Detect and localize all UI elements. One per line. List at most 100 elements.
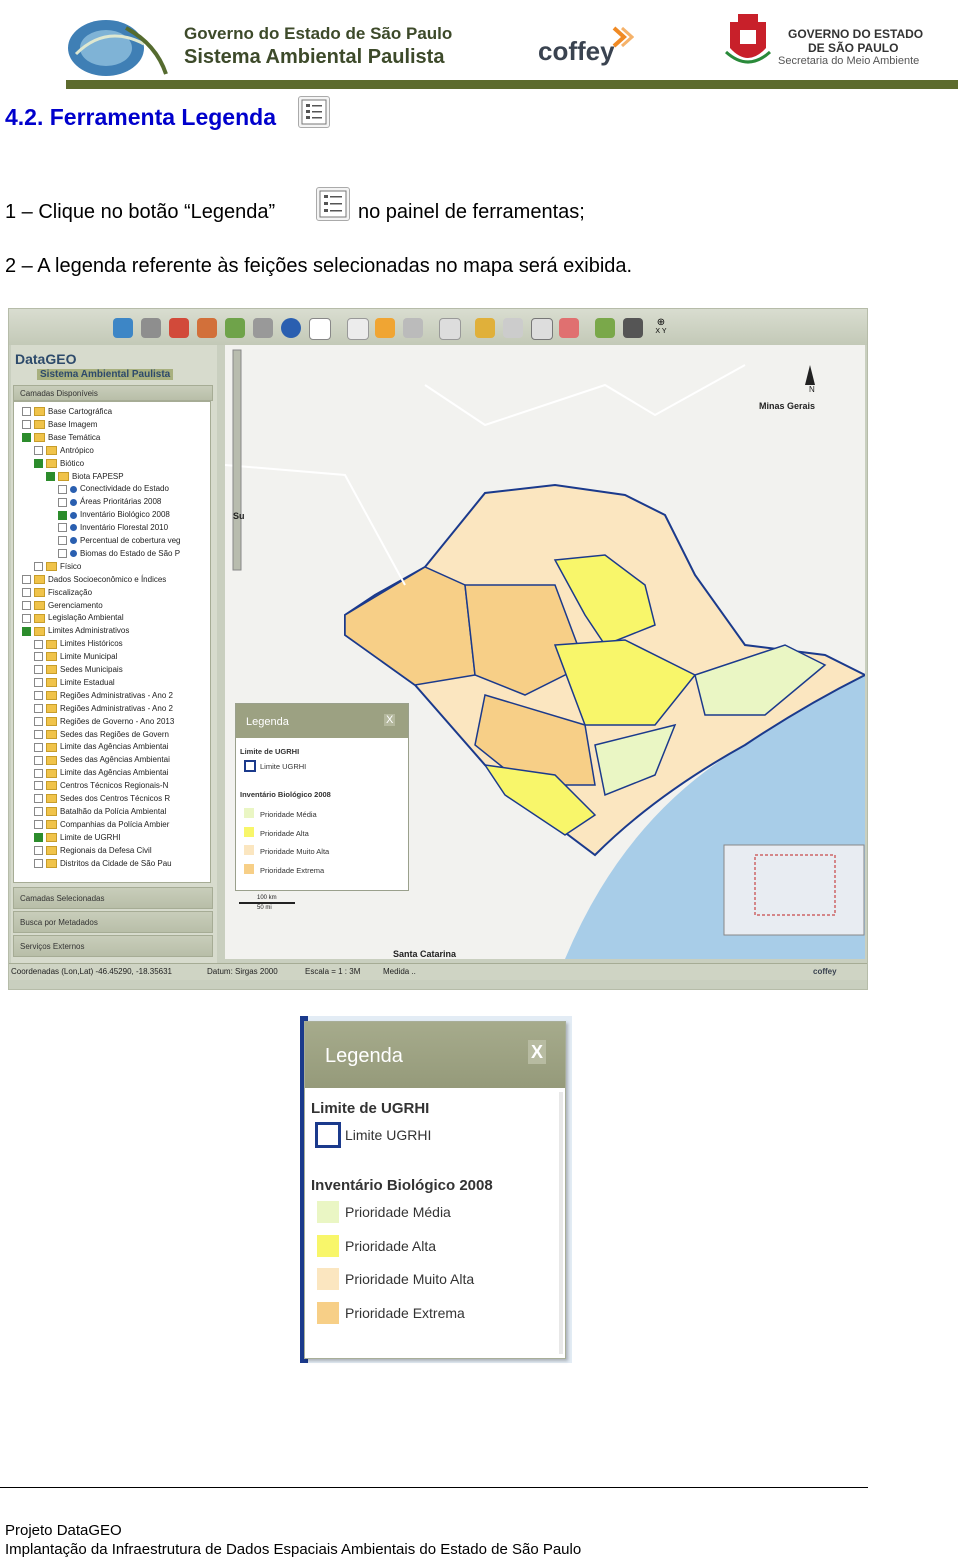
layer-tree-item[interactable]: Gerenciamento — [22, 600, 103, 612]
layer-tree-item[interactable]: Limite de UGRHI — [34, 832, 120, 844]
layer-checkbox[interactable] — [34, 858, 43, 868]
zoom-previous-icon[interactable] — [225, 318, 245, 338]
available-layers-header[interactable]: Camadas Disponíveis — [13, 385, 213, 401]
layer-tree-item[interactable]: Inventário Biológico 2008 — [58, 509, 170, 521]
layer-checkbox[interactable] — [58, 536, 67, 546]
external-services-panel[interactable]: Serviços Externos — [13, 935, 213, 957]
layer-tree-item[interactable]: Distritos da Cidade de São Pau — [34, 858, 172, 870]
legend-close-button[interactable]: X — [528, 1040, 546, 1064]
layer-tree-item[interactable]: Percentual de cobertura veg — [58, 535, 181, 547]
layer-tree-item[interactable]: Limite Municipal — [34, 651, 117, 663]
layer-tree-item[interactable]: Limite Estadual — [34, 677, 115, 689]
layer-tree-item[interactable]: Centros Técnicos Regionais-N — [34, 780, 168, 792]
layer-checkbox[interactable] — [34, 729, 43, 739]
legend-tool-icon[interactable] — [309, 318, 331, 340]
layer-checkbox[interactable] — [58, 497, 67, 507]
layer-tree-item[interactable]: Regionais da Defesa Civil — [34, 845, 152, 857]
layer-tree-item[interactable]: Biótico — [34, 458, 84, 470]
draw-polygon-icon[interactable] — [531, 318, 553, 340]
measure-icon[interactable] — [347, 318, 369, 340]
layer-tree-item[interactable]: Biomas do Estado de São P — [58, 548, 180, 560]
undo-icon[interactable] — [623, 318, 643, 338]
layer-checkbox[interactable] — [58, 523, 67, 533]
layer-checkbox[interactable] — [22, 575, 31, 585]
layer-checkbox[interactable] — [34, 755, 43, 765]
layers-grid-icon[interactable] — [595, 318, 615, 338]
layer-checkbox[interactable] — [22, 420, 31, 430]
layer-checkbox[interactable] — [34, 742, 43, 752]
zoom-extent-icon[interactable] — [113, 318, 133, 338]
layer-tree-item[interactable]: Conectividade do Estado — [58, 483, 169, 495]
layer-checkbox[interactable] — [34, 820, 43, 830]
layer-checkbox[interactable] — [22, 600, 31, 610]
layer-tree-item[interactable]: Base Temática — [22, 432, 100, 444]
layer-checkbox[interactable] — [22, 613, 31, 623]
zoom-next-icon[interactable] — [253, 318, 273, 338]
layer-checkbox[interactable] — [34, 652, 43, 662]
layer-checkbox[interactable] — [58, 549, 67, 559]
layer-checkbox[interactable] — [34, 833, 43, 843]
layer-tree-item[interactable]: Áreas Prioritárias 2008 — [58, 496, 161, 508]
layer-checkbox[interactable] — [34, 665, 43, 675]
layer-checkbox[interactable] — [46, 471, 55, 481]
draw-point-icon[interactable] — [475, 318, 495, 338]
layer-tree-item[interactable]: Limite das Agências Ambientai — [34, 741, 169, 753]
layer-tree-item[interactable]: Limites Administrativos — [22, 625, 129, 637]
layer-tree-item[interactable]: Fiscalização — [22, 587, 92, 599]
layer-tree-item[interactable]: Dados Socioeconômico e Índices — [22, 574, 166, 586]
mini-legend-close-button[interactable]: X — [384, 714, 396, 726]
layer-tree-item[interactable]: Base Imagem — [22, 419, 97, 431]
area-icon[interactable] — [375, 318, 395, 338]
status-measure[interactable]: Medida .. — [383, 964, 416, 980]
layer-tree-item[interactable]: Físico — [34, 561, 81, 573]
layer-tree-item[interactable]: Sedes dos Centros Técnicos R — [34, 793, 170, 805]
layer-checkbox[interactable] — [34, 691, 43, 701]
layer-checkbox[interactable] — [34, 639, 43, 649]
eraser-icon[interactable] — [559, 318, 579, 338]
layer-tree-item[interactable]: Inventário Florestal 2010 — [58, 522, 168, 534]
layer-checkbox[interactable] — [34, 807, 43, 817]
layer-checkbox[interactable] — [22, 407, 31, 417]
layer-checkbox[interactable] — [22, 587, 31, 597]
layer-tree-item[interactable]: Limite das Agências Ambientai — [34, 767, 169, 779]
layer-checkbox[interactable] — [34, 781, 43, 791]
layer-checkbox[interactable] — [34, 716, 43, 726]
layer-checkbox[interactable] — [22, 626, 31, 636]
legend-scrollbar[interactable] — [559, 1092, 563, 1354]
layer-checkbox[interactable] — [58, 484, 67, 494]
layer-tree-item[interactable]: Sedes Municipais — [34, 664, 123, 676]
pan-icon[interactable] — [141, 318, 161, 338]
layer-checkbox[interactable] — [34, 562, 43, 572]
select-icon[interactable] — [439, 318, 461, 340]
layer-tree-item[interactable]: Legislação Ambiental — [22, 612, 124, 624]
print-icon[interactable] — [403, 318, 423, 338]
draw-line-icon[interactable] — [503, 318, 523, 338]
layer-tree-item[interactable]: Sedes das Regiões de Govern — [34, 729, 169, 741]
layer-checkbox[interactable] — [58, 510, 67, 520]
layer-tree-item[interactable]: Sedes das Agências Ambientai — [34, 754, 170, 766]
layer-tree-item[interactable]: Regiões de Governo - Ano 2013 — [34, 716, 174, 728]
zoom-in-icon[interactable] — [169, 318, 189, 338]
layer-tree-item[interactable]: Regiões Administrativas - Ano 2 — [34, 703, 173, 715]
layer-tree-item[interactable]: Companhias da Polícia Ambier — [34, 819, 169, 831]
info-icon[interactable] — [281, 318, 301, 338]
layer-tree-item[interactable]: Regiões Administrativas - Ano 2 — [34, 690, 173, 702]
layer-tree-item[interactable]: Base Cartográfica — [22, 406, 112, 418]
layer-checkbox[interactable] — [34, 678, 43, 688]
layer-checkbox[interactable] — [22, 433, 31, 443]
layer-checkbox[interactable] — [34, 704, 43, 714]
layer-tree-item[interactable]: Biota FAPESP — [46, 471, 124, 483]
layer-checkbox[interactable] — [34, 768, 43, 778]
layer-tree-item[interactable]: Antrópico — [34, 445, 94, 457]
layer-tree-item[interactable]: Batalhão da Polícia Ambiental — [34, 806, 166, 818]
status-scale[interactable]: Escala = 1 : 3M — [305, 964, 360, 980]
layer-checkbox[interactable] — [34, 794, 43, 804]
metadata-search-panel[interactable]: Busca por Metadados — [13, 911, 213, 933]
layer-tree-item[interactable]: Limites Históricos — [34, 638, 123, 650]
layer-checkbox[interactable] — [34, 845, 43, 855]
layer-checkbox[interactable] — [34, 446, 43, 456]
layer-checkbox[interactable] — [34, 458, 43, 468]
selected-layers-panel[interactable]: Camadas Selecionadas — [13, 887, 213, 909]
xy-coordinates-icon[interactable]: ⊕ X Y — [651, 318, 671, 340]
zoom-out-icon[interactable] — [197, 318, 217, 338]
